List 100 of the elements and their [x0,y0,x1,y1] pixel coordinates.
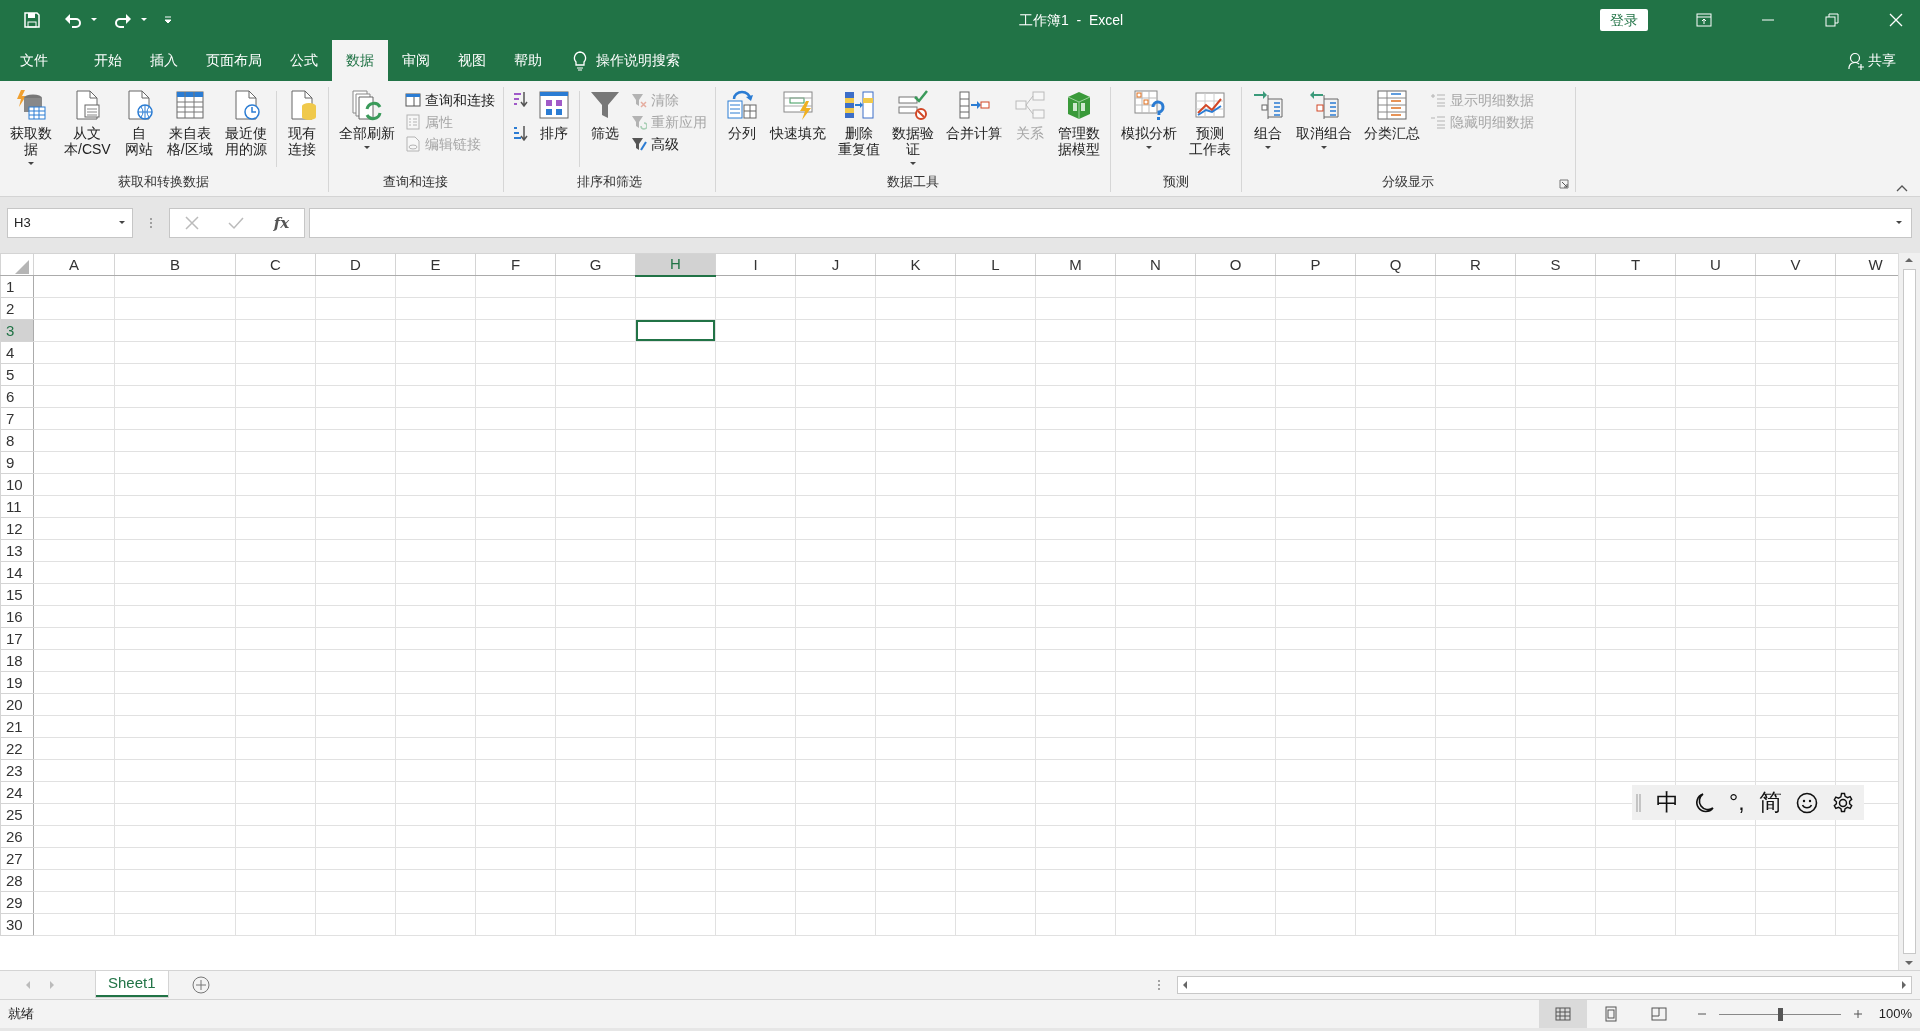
ribbon-button[interactable]: 获取数 据 [4,87,58,173]
column-header[interactable]: N [1115,253,1196,276]
selected-cell[interactable] [635,319,716,342]
ribbon-button[interactable]: 查询和连接 [400,89,499,111]
row-header[interactable]: 5 [0,363,34,386]
ribbon-tab[interactable]: 数据 [332,40,388,81]
ribbon-button[interactable]: 来自表 格/区域 [160,87,219,159]
row-header[interactable]: 7 [0,407,34,430]
row-header[interactable]: 3 [0,319,34,342]
ribbon-button[interactable]: 分列 [719,87,764,143]
row-header[interactable]: 4 [0,341,34,364]
ribbon-button[interactable]: 取消组合 [1289,87,1358,157]
ime-label[interactable]: 中 [1656,785,1679,820]
formula-controls[interactable]: fx [169,208,305,238]
row-header[interactable]: 16 [0,605,34,628]
column-header[interactable]: P [1275,253,1356,276]
row-header[interactable]: 1 [0,275,34,298]
column-header[interactable]: E [395,253,476,276]
column-header[interactable]: H [635,253,716,276]
row-header[interactable]: 30 [0,913,34,936]
row-header[interactable]: 27 [0,847,34,870]
ribbon-button[interactable]: 数据验 证 [885,87,940,173]
ribbon-button[interactable]: 合并计算 [939,87,1008,143]
row-header[interactable]: 29 [0,891,34,914]
row-header[interactable]: 13 [0,539,34,562]
row-header[interactable]: 25 [0,803,34,826]
row-header[interactable]: 15 [0,583,34,606]
normal-view-button[interactable] [1538,1000,1587,1028]
ribbon-button[interactable]: 排序 [531,87,576,143]
collapse-icon[interactable] [1896,184,1908,192]
ribbon-button[interactable]: 删除 重复值 [831,87,886,159]
column-header[interactable]: F [475,253,556,276]
row-header[interactable]: 9 [0,451,34,474]
column-header[interactable]: M [1035,253,1116,276]
column-header[interactable]: B [114,253,236,276]
ribbon-button[interactable]: 管理数 据模型 [1051,87,1106,159]
restore-icon[interactable] [1824,12,1840,28]
ribbon-tab[interactable]: 帮助 [500,40,556,81]
zoom-in-icon[interactable] [1852,1009,1863,1019]
column-header[interactable]: J [795,253,876,276]
column-header[interactable]: Q [1355,253,1436,276]
ribbon-tab[interactable]: 页面布局 [192,40,276,81]
dialog-launcher-icon[interactable] [1558,179,1569,189]
row-header[interactable]: 11 [0,495,34,518]
smiley-icon[interactable] [1795,791,1818,814]
sheet-tab[interactable]: Sheet1 [96,971,168,997]
row-header[interactable]: 8 [0,429,34,452]
column-header[interactable]: K [875,253,956,276]
column-header[interactable]: O [1195,253,1276,276]
settings-icon[interactable] [1831,791,1854,814]
ime-label[interactable]: °, [1729,785,1745,820]
formula-input[interactable] [309,208,1912,238]
row-header[interactable]: 23 [0,759,34,782]
moon-icon[interactable] [1693,791,1715,814]
ribbon-button[interactable]: 分类汇总 [1357,87,1426,143]
ribbon-button[interactable]: 模拟分析 [1114,87,1183,157]
column-header[interactable]: T [1595,253,1676,276]
search-label[interactable]: 操作说明搜索 [596,50,680,71]
row-header[interactable]: 20 [0,693,34,716]
row-header[interactable]: 24 [0,781,34,804]
share-label[interactable]: 共享 [1868,50,1896,71]
sign-in-button[interactable]: 登录 [1600,9,1648,31]
ribbon-button[interactable]: 组合 [1245,87,1290,157]
ribbon-button[interactable]: 筛选 [582,87,627,143]
add-sheet-icon[interactable] [191,976,210,994]
row-header[interactable]: 18 [0,649,34,672]
ribbon-tab[interactable]: 公式 [276,40,332,81]
ribbon-tab[interactable]: 审阅 [388,40,444,81]
ribbon-button[interactable]: 预测 工作表 [1182,87,1237,159]
row-header[interactable]: 17 [0,627,34,650]
ribbon-display-icon[interactable] [1696,12,1712,28]
row-header[interactable]: 2 [0,297,34,320]
column-header[interactable]: L [955,253,1036,276]
ribbon-tab[interactable]: 插入 [136,40,192,81]
row-header[interactable]: 21 [0,715,34,738]
column-header[interactable]: S [1515,253,1596,276]
ribbon-tab[interactable]: 文件 [6,40,62,81]
column-header[interactable]: G [555,253,636,276]
ribbon-button[interactable]: 全部刷新 [332,87,401,157]
ribbon-tab[interactable]: 开始 [80,40,136,81]
column-header[interactable]: W [1835,253,1898,276]
column-header[interactable]: D [315,253,396,276]
ime-label[interactable]: 简 [1758,785,1782,820]
horizontal-scrollbar[interactable] [1177,976,1912,994]
row-header[interactable]: 10 [0,473,34,496]
row-header[interactable]: 22 [0,737,34,760]
ribbon-button[interactable]: 最近使 用的源 [218,87,273,159]
column-header[interactable]: R [1435,253,1516,276]
row-header[interactable]: 6 [0,385,34,408]
column-header[interactable]: A [33,253,115,276]
column-header[interactable]: V [1755,253,1836,276]
row-header[interactable]: 19 [0,671,34,694]
close-icon[interactable] [1888,12,1904,28]
vertical-scrollbar[interactable] [1898,253,1920,970]
ribbon-button[interactable]: 快速填充 [763,87,832,143]
column-header[interactable]: I [715,253,796,276]
row-header[interactable]: 26 [0,825,34,848]
insert-function-button[interactable]: fx [273,211,290,235]
ribbon-button[interactable]: 从文 本/CSV [58,87,117,159]
ribbon-button[interactable]: 现有 连接 [279,87,324,159]
